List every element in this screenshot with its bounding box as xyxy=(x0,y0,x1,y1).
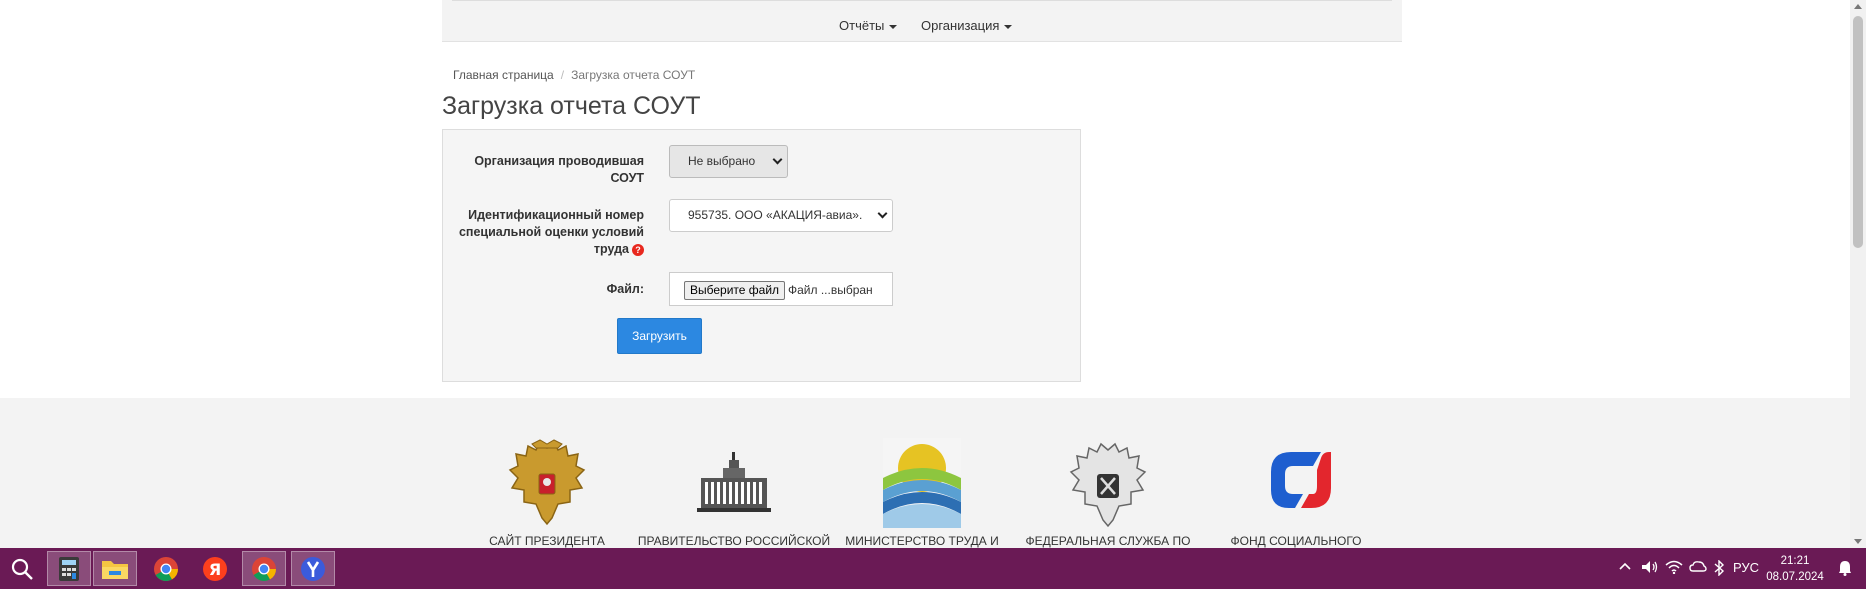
chevron-up-icon xyxy=(1619,562,1631,570)
upload-submit-button[interactable]: Загрузить xyxy=(617,318,702,354)
scroll-down-arrow-icon[interactable] xyxy=(1854,539,1862,544)
partner-name: ПРАВИТЕЛЬСТВО РОССИЙСКОЙ xyxy=(637,534,831,548)
sout-id-select-value: 955735. ООО «АКАЦИЯ-авиа». xyxy=(688,208,863,222)
org-select-value: Не выбрано xyxy=(688,154,756,168)
language-indicator[interactable]: РУС xyxy=(1733,560,1759,575)
partner-name: ФОНД СОЦИАЛЬНОГО xyxy=(1230,534,1362,548)
tray-bluetooth[interactable] xyxy=(1713,559,1725,579)
sout-id-select[interactable]: 955735. ООО «АКАЦИЯ-авиа». xyxy=(669,199,893,232)
file-input[interactable]: Выберите файл Файл ...выбран xyxy=(669,272,893,306)
file-explorer-icon xyxy=(102,560,128,579)
partner-social-fund-link[interactable]: ФОНД СОЦИАЛЬНОГО xyxy=(1196,438,1396,548)
search-button[interactable] xyxy=(0,551,44,586)
partner-ministry-labor-link[interactable]: МИНИСТЕРСТВО ТРУДА И xyxy=(822,438,1022,548)
svg-text:Я: Я xyxy=(209,560,221,579)
partner-president-link[interactable]: САЙТ ПРЕЗИДЕНТА xyxy=(447,438,647,548)
scroll-thumb[interactable] xyxy=(1853,16,1863,248)
government-building-icon xyxy=(697,452,771,512)
org-label: Организация проводившая СОУТ xyxy=(474,154,644,185)
taskbar-chrome-active[interactable] xyxy=(242,551,286,586)
partner-name: МИНИСТЕРСТВО ТРУДА И xyxy=(845,534,999,548)
tray-wifi[interactable] xyxy=(1665,560,1683,577)
cloud-sync-icon xyxy=(1689,561,1707,572)
taskbar-yandex-browser[interactable] xyxy=(291,551,335,586)
nav-reports-dropdown[interactable]: Отчёты xyxy=(839,18,898,33)
windows-taskbar: Я РУС 21:21 08.07.2024 xyxy=(0,548,1866,589)
page-title: Загрузка отчета СОУТ xyxy=(442,92,701,120)
question-icon[interactable]: ? xyxy=(632,243,644,256)
chrome-icon xyxy=(154,556,178,581)
bell-icon xyxy=(1839,561,1851,576)
taskbar-yandex[interactable]: Я xyxy=(193,551,237,586)
vertical-scrollbar[interactable] xyxy=(1850,0,1866,548)
top-navbar: Отчёты Организация xyxy=(442,0,1402,42)
search-icon xyxy=(11,558,33,580)
scroll-up-arrow-icon[interactable] xyxy=(1854,4,1862,9)
ministry-labor-logo-icon xyxy=(883,438,961,528)
org-select[interactable]: Не выбрано xyxy=(669,145,788,178)
sout-id-label: Идентификационный номер специальной оцен… xyxy=(444,207,644,258)
chevron-down-icon xyxy=(772,154,783,165)
file-label: Файл: xyxy=(606,282,644,296)
yandex-browser-icon xyxy=(301,556,325,581)
tray-notifications[interactable] xyxy=(1838,560,1852,579)
clock-date: 08.07.2024 xyxy=(1766,571,1824,583)
nav-organization-label: Организация xyxy=(921,18,1000,33)
taskbar-file-explorer[interactable] xyxy=(93,551,137,586)
clock-time: 21:21 xyxy=(1780,555,1810,567)
wifi-icon xyxy=(1665,560,1683,575)
nav-reports-label: Отчёты xyxy=(839,18,885,33)
volume-icon xyxy=(1642,561,1658,573)
social-fund-logo-icon xyxy=(1271,452,1331,508)
partner-name: ФЕДЕРАЛЬНАЯ СЛУЖБА ПО xyxy=(1025,534,1191,548)
file-status-text: Файл ...выбран xyxy=(788,283,873,297)
upload-form-panel: Организация проводившая СОУТ Не выбрано … xyxy=(442,129,1081,382)
partner-government-link[interactable]: ПРАВИТЕЛЬСТВО РОССИЙСКОЙ xyxy=(634,438,834,548)
yandex-icon: Я xyxy=(203,556,227,581)
bluetooth-icon xyxy=(1714,559,1725,577)
footer: САЙТ ПРЕЗИДЕНТА ПРАВИТЕЛЬСТВО РОССИЙСКОЙ xyxy=(0,398,1850,548)
tray-cloud-sync[interactable] xyxy=(1689,560,1707,577)
breadcrumb-separator: / xyxy=(560,68,565,82)
chrome-icon xyxy=(252,556,276,581)
choose-file-button[interactable]: Выберите файл xyxy=(684,281,786,300)
taskbar-chrome[interactable] xyxy=(144,551,188,586)
page: Отчёты Организация Главная страница / Загр… xyxy=(0,0,1850,548)
breadcrumb-home-link[interactable]: Главная страница xyxy=(453,68,554,82)
partner-name: САЙТ ПРЕЗИДЕНТА xyxy=(489,534,605,548)
calculator-icon xyxy=(59,556,79,581)
caret-down-icon xyxy=(889,24,898,29)
chevron-down-icon xyxy=(877,208,888,219)
taskbar-calculator[interactable] xyxy=(47,551,91,586)
caret-down-icon xyxy=(1004,24,1013,29)
federal-service-emblem-icon xyxy=(1069,442,1147,528)
nav-organization-dropdown[interactable]: Организация xyxy=(921,18,1013,33)
tray-volume[interactable] xyxy=(1641,560,1659,577)
tray-overflow-chevron[interactable] xyxy=(1618,560,1632,577)
sout-id-label-text: Идентификационный номер специальной оцен… xyxy=(458,208,644,256)
breadcrumb-current: Загрузка отчета СОУТ xyxy=(571,68,696,82)
taskbar-clock[interactable]: 21:21 08.07.2024 xyxy=(1760,553,1830,585)
partner-federal-service-link[interactable]: ФЕДЕРАЛЬНАЯ СЛУЖБА ПО xyxy=(1008,438,1208,548)
navbar-divider xyxy=(452,0,1392,1)
russian-coat-of-arms-icon xyxy=(508,439,586,526)
breadcrumb: Главная страница / Загрузка отчета СОУТ xyxy=(453,68,695,82)
